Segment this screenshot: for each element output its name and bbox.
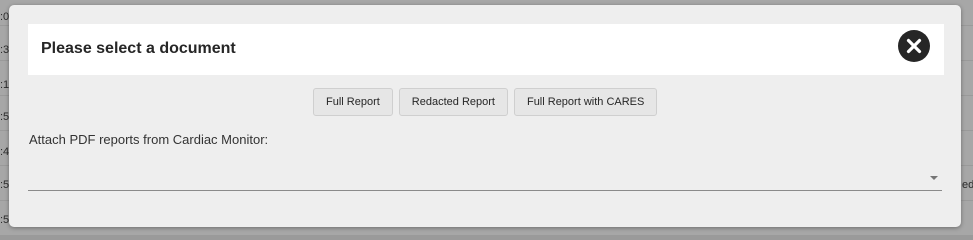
document-button-group: Full Report Redacted Report Full Report … [313,88,658,116]
background-text-fragment: :5 [0,111,10,123]
attach-pdf-label: Attach PDF reports from Cardiac Monitor: [29,132,269,147]
full-report-button[interactable]: Full Report [313,88,393,116]
close-button[interactable] [898,30,930,62]
select-document-modal: Please select a document Full Report Red… [9,5,961,227]
background-text-fragment: :3 [0,44,10,56]
background-text-fragment: :4 [0,146,10,158]
modal-header: Please select a document [28,24,944,75]
background-text-fragment: :1 [0,79,10,91]
cardiac-monitor-pdf-select[interactable] [28,162,942,191]
full-report-with-cares-button[interactable]: Full Report with CARES [513,88,658,116]
background-text-fragment: :5 [0,214,10,226]
modal-title: Please select a document [41,40,236,57]
background-text-fragment: :0 [0,11,10,23]
background-text-fragment: ed [962,179,973,191]
background-text-fragment: :5 [0,179,10,191]
close-icon [906,38,922,54]
caret-down-icon [930,176,938,180]
redacted-report-button[interactable]: Redacted Report [398,88,508,116]
